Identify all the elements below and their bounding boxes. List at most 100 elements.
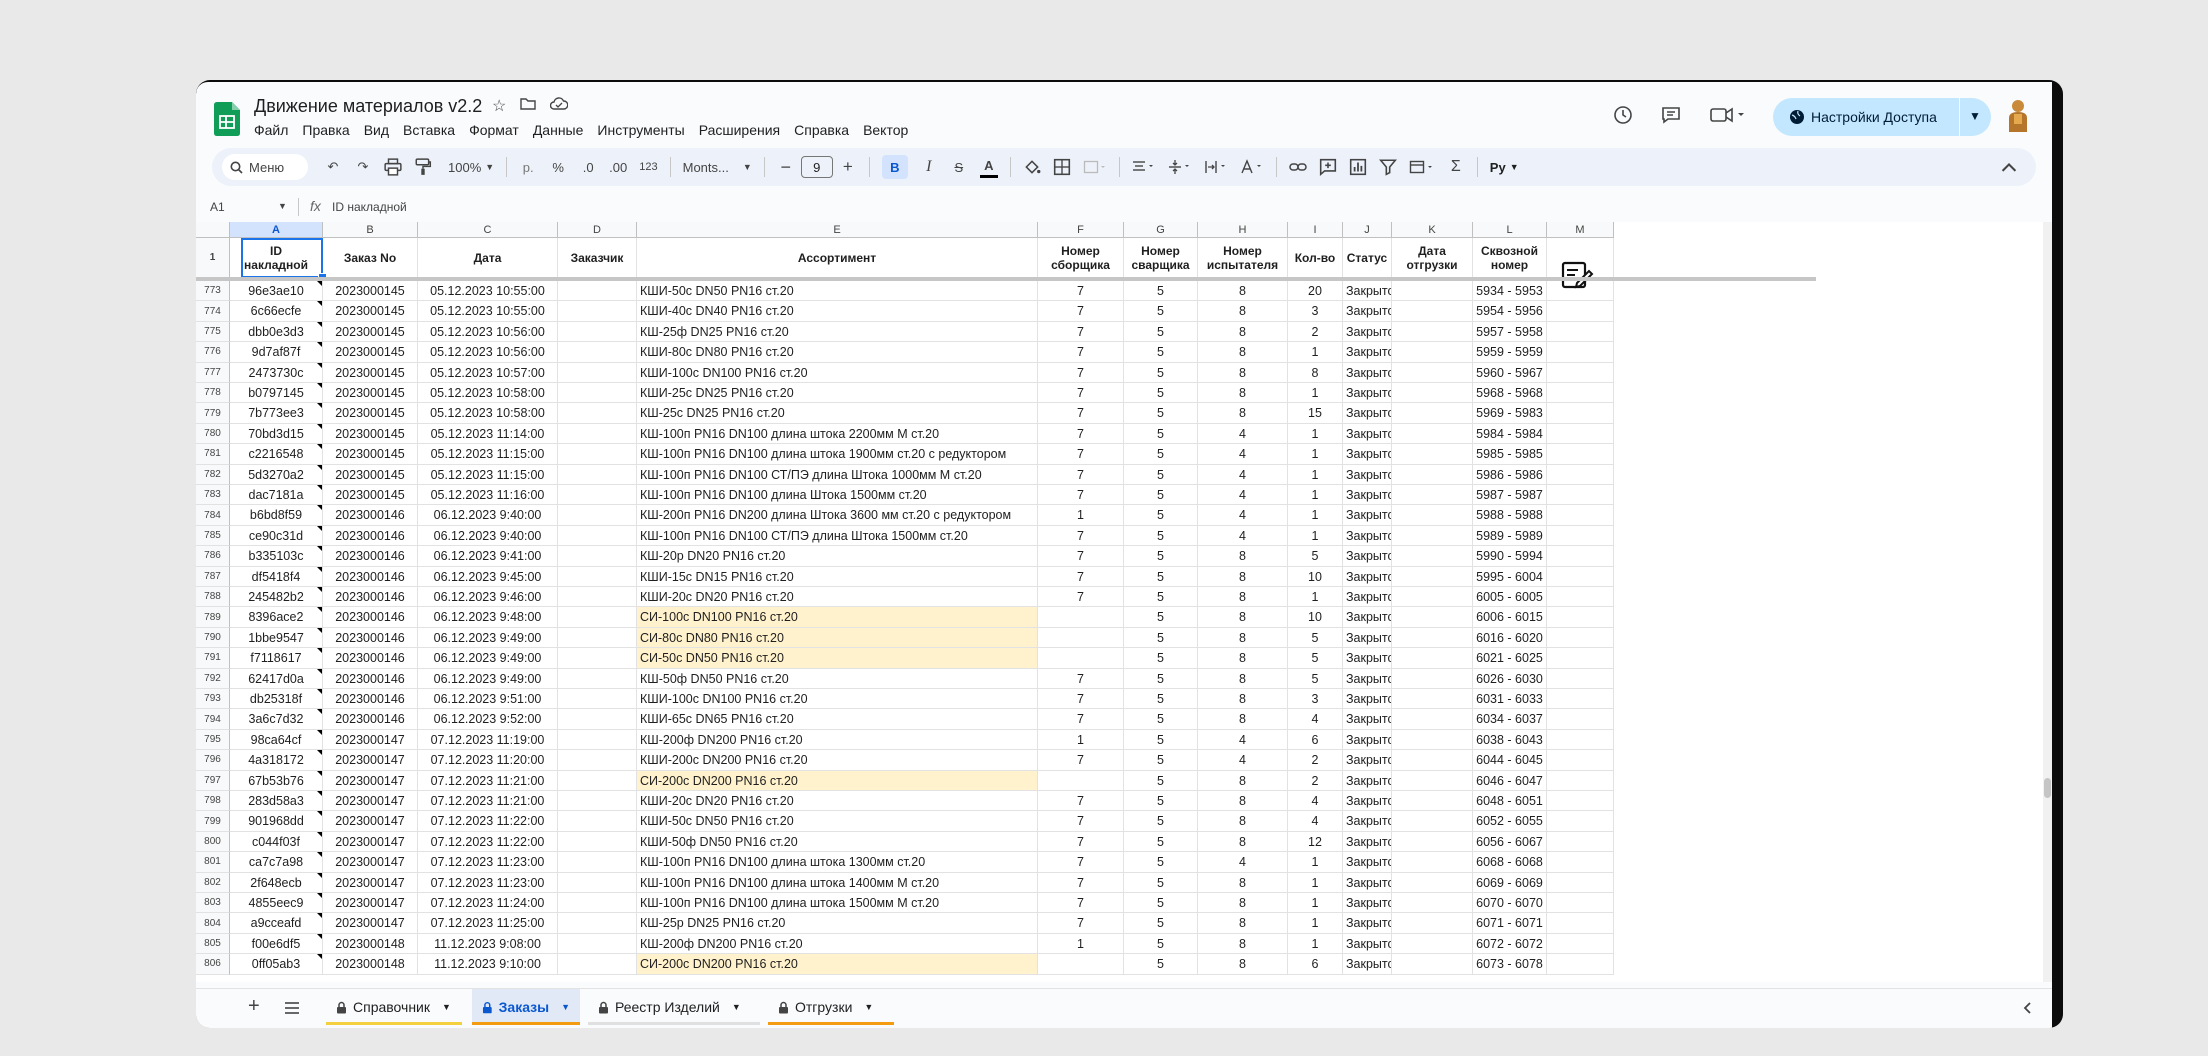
share-dropdown-arrow-icon[interactable]: ▼	[1969, 109, 1981, 123]
cell-d[interactable]	[558, 933, 637, 955]
cell-c[interactable]: 05.12.2023 10:55:00	[418, 281, 558, 302]
cell-a[interactable]: 3a6c7d32	[230, 709, 323, 730]
cell-i[interactable]: 1	[1288, 444, 1343, 465]
row-number[interactable]: 801	[196, 852, 230, 873]
cell-j[interactable]: Закрыто	[1343, 954, 1392, 975]
menu-help[interactable]: Справка	[794, 122, 857, 138]
spreadsheet-grid[interactable]: ABCDEFGHIJKLM 1 ID накладной Заказ No Дата…	[196, 222, 2052, 982]
cell-g[interactable]: 5	[1124, 627, 1198, 649]
font-select[interactable]: Monts... ▼	[683, 155, 752, 179]
cell-h[interactable]: 8	[1198, 362, 1288, 383]
font-size-input[interactable]: 9	[800, 156, 833, 178]
cell-k[interactable]	[1392, 566, 1473, 587]
cell-c[interactable]: 07.12.2023 11:20:00	[418, 750, 558, 771]
currency-format-button[interactable]: р.	[519, 155, 537, 179]
cell-a[interactable]: 98ca64cf	[230, 729, 323, 751]
cell-a[interactable]: ce90c31d	[230, 525, 323, 547]
cell-h[interactable]: 8	[1198, 954, 1288, 975]
cell-k[interactable]	[1392, 954, 1473, 975]
cell-c[interactable]: 05.12.2023 10:58:00	[418, 403, 558, 424]
cell-i[interactable]: 2	[1288, 750, 1343, 771]
cell-a[interactable]: b6bd8f59	[230, 505, 323, 526]
header-cell-g[interactable]: Номер сварщика	[1124, 238, 1198, 278]
cell-f[interactable]: 1	[1038, 729, 1124, 751]
cell-m[interactable]	[1547, 933, 1614, 955]
cell-j[interactable]: Закрыто	[1343, 913, 1392, 934]
row-number[interactable]: 774	[196, 301, 230, 322]
cell-d[interactable]	[558, 403, 637, 424]
meet-icon[interactable]	[1710, 106, 1746, 124]
cell-b[interactable]: 2023000145	[323, 342, 418, 363]
header-cell-f[interactable]: Номер сборщика	[1038, 238, 1124, 278]
row-number[interactable]: 779	[196, 403, 230, 424]
cell-b[interactable]: 2023000146	[323, 525, 418, 547]
cell-m[interactable]	[1547, 525, 1614, 547]
menu-vector[interactable]: Вектор	[863, 122, 916, 138]
cell-k[interactable]	[1392, 750, 1473, 771]
cell-b[interactable]: 2023000146	[323, 627, 418, 649]
cell-f[interactable]: 7	[1038, 525, 1124, 547]
cell-h[interactable]: 8	[1198, 770, 1288, 791]
row-number[interactable]: 780	[196, 423, 230, 445]
column-header-e[interactable]: E	[637, 222, 1038, 238]
cell-h[interactable]: 8	[1198, 281, 1288, 302]
cell-h[interactable]: 8	[1198, 831, 1288, 853]
horizontal-align-icon[interactable]	[1132, 155, 1156, 179]
row-number[interactable]: 786	[196, 546, 230, 567]
cell-l[interactable]: 6031 - 6033	[1473, 689, 1547, 710]
cell-f[interactable]: 7	[1038, 546, 1124, 567]
cell-j[interactable]: Закрыто	[1343, 403, 1392, 424]
cell-e[interactable]: КШИ-15с DN15 PN16 ст.20	[637, 566, 1038, 587]
cell-e[interactable]: КШИ-20с DN20 PN16 ст.20	[637, 587, 1038, 608]
menu-view[interactable]: Вид	[364, 122, 397, 138]
cell-i[interactable]: 1	[1288, 913, 1343, 934]
undo-icon[interactable]: ↶	[324, 155, 342, 179]
cell-d[interactable]	[558, 689, 637, 710]
select-all-corner[interactable]	[196, 222, 230, 238]
cell-m[interactable]	[1547, 485, 1614, 506]
cell-h[interactable]: 8	[1198, 342, 1288, 363]
cell-k[interactable]	[1392, 281, 1473, 302]
cell-j[interactable]: Закрыто	[1343, 933, 1392, 955]
column-header-m[interactable]: M	[1547, 222, 1614, 238]
cell-a[interactable]: 1bbe9547	[230, 627, 323, 649]
cell-b[interactable]: 2023000147	[323, 913, 418, 934]
cell-m[interactable]	[1547, 648, 1614, 669]
sheet-tab[interactable]: Реестр Изделий ▼	[588, 989, 760, 1025]
cell-d[interactable]	[558, 505, 637, 526]
column-header-h[interactable]: H	[1198, 222, 1288, 238]
cell-f[interactable]: 7	[1038, 872, 1124, 893]
cell-b[interactable]: 2023000146	[323, 648, 418, 669]
cell-k[interactable]	[1392, 668, 1473, 689]
cell-a[interactable]: 901968dd	[230, 811, 323, 832]
formula-input[interactable]: ID накладной	[332, 200, 407, 214]
cell-g[interactable]: 5	[1124, 893, 1198, 914]
cell-l[interactable]: 5957 - 5958	[1473, 321, 1547, 343]
cell-m[interactable]	[1547, 770, 1614, 791]
cell-l[interactable]: 5988 - 5988	[1473, 505, 1547, 526]
cell-a[interactable]: ca7c7a98	[230, 852, 323, 873]
cell-l[interactable]: 5986 - 5986	[1473, 464, 1547, 485]
cell-h[interactable]: 8	[1198, 566, 1288, 587]
cell-j[interactable]: Закрыто	[1343, 362, 1392, 383]
cell-i[interactable]: 20	[1288, 281, 1343, 302]
cell-h[interactable]: 4	[1198, 750, 1288, 771]
cell-m[interactable]	[1547, 750, 1614, 771]
cell-i[interactable]: 1	[1288, 485, 1343, 506]
cell-k[interactable]	[1392, 444, 1473, 465]
cell-j[interactable]: Закрыто	[1343, 770, 1392, 791]
cell-e[interactable]: КШИ-25с DN25 PN16 ст.20	[637, 383, 1038, 404]
cell-g[interactable]: 5	[1124, 709, 1198, 730]
cell-g[interactable]: 5	[1124, 913, 1198, 934]
strikethrough-button[interactable]: S	[950, 155, 968, 179]
cell-g[interactable]: 5	[1124, 546, 1198, 567]
cell-k[interactable]	[1392, 383, 1473, 404]
cell-j[interactable]: Закрыто	[1343, 464, 1392, 485]
cell-d[interactable]	[558, 362, 637, 383]
cell-m[interactable]	[1547, 566, 1614, 587]
cell-m[interactable]	[1547, 444, 1614, 465]
cell-h[interactable]: 4	[1198, 525, 1288, 547]
cell-l[interactable]: 6021 - 6025	[1473, 648, 1547, 669]
cell-k[interactable]	[1392, 423, 1473, 445]
cell-c[interactable]: 05.12.2023 10:57:00	[418, 362, 558, 383]
